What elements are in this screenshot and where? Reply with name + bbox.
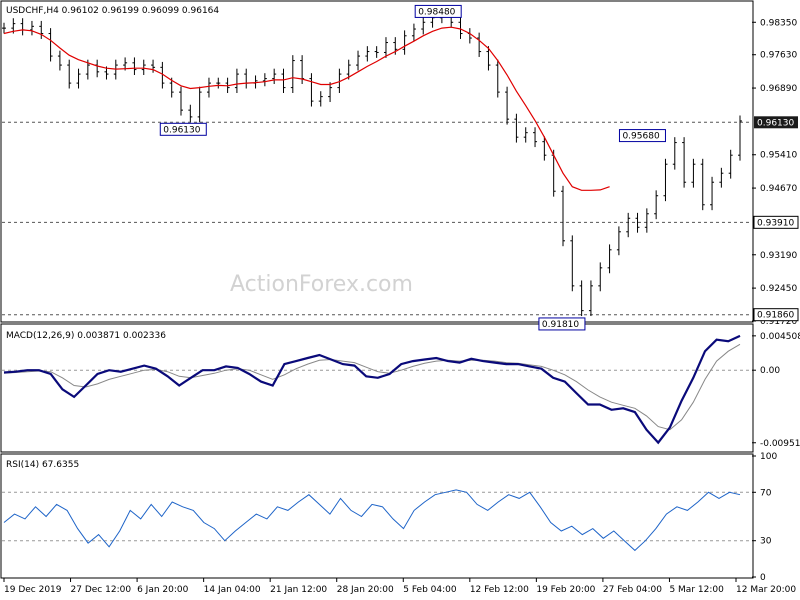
rsi-y-tick-label: 0: [760, 573, 766, 583]
price-header: USDCHF,H4 0.96102 0.96199 0.96099 0.9616…: [6, 6, 219, 16]
x-tick-label: 14 Jan 04:00: [204, 585, 261, 595]
x-tick-label: 12 Feb 12:00: [470, 585, 529, 595]
x-tick-label: 12 Mar 20:00: [736, 585, 796, 595]
chart-canvas: ActionForex.com USDCHF,H4 0.96102 0.9619…: [0, 0, 800, 600]
x-tick-label: 5 Mar 12:00: [669, 585, 724, 595]
rsi-y-tick-label: 30: [760, 537, 772, 547]
price-y-tick-label: 0.93190: [760, 251, 797, 261]
price-y-tick-label: 0.95410: [760, 151, 797, 161]
price-y-tick-label: 0.96890: [760, 84, 797, 94]
level-label: 0.91810: [542, 320, 579, 330]
rsi-y-tick-label: 70: [760, 488, 772, 498]
level-label: 0.98480: [418, 7, 455, 17]
x-tick-label: 27 Feb 04:00: [603, 585, 662, 595]
axis-level-label: 0.93910: [757, 218, 794, 228]
price-y-tick-label: 0.92450: [760, 284, 797, 294]
rsi-header: RSI(14) 67.6355: [6, 460, 79, 470]
macd-header: MACD(12,26,9) 0.003871 0.002336: [6, 331, 166, 341]
axis-level-label: 0.91860: [757, 311, 794, 321]
level-label: 0.95680: [622, 132, 659, 142]
x-tick-label: 21 Jan 12:00: [270, 585, 327, 595]
watermark: ActionForex.com: [230, 272, 413, 297]
level-label: 0.96130: [163, 125, 200, 135]
current-price-label: 0.96130: [757, 118, 794, 128]
x-tick-label: 19 Feb 20:00: [536, 585, 595, 595]
x-tick-label: 27 Dec 12:00: [71, 585, 132, 595]
x-tick-label: 19 Dec 2019: [4, 585, 62, 595]
x-tick-label: 28 Jan 20:00: [337, 585, 394, 595]
rsi-y-tick-label: 100: [760, 452, 777, 462]
price-y-tick-label: 0.94670: [760, 184, 797, 194]
x-tick-label: 5 Feb 04:00: [403, 585, 457, 595]
macd-y-tick-label: 0.00: [760, 366, 780, 376]
macd-y-tick-label: -0.009518: [760, 439, 800, 449]
price-y-tick-label: 0.98350: [760, 18, 797, 28]
chart-background: [0, 0, 800, 600]
price-y-tick-label: 0.97630: [760, 51, 797, 61]
x-tick-label: 6 Jan 20:00: [137, 585, 189, 595]
macd-y-tick-label: 0.004508: [760, 332, 800, 342]
